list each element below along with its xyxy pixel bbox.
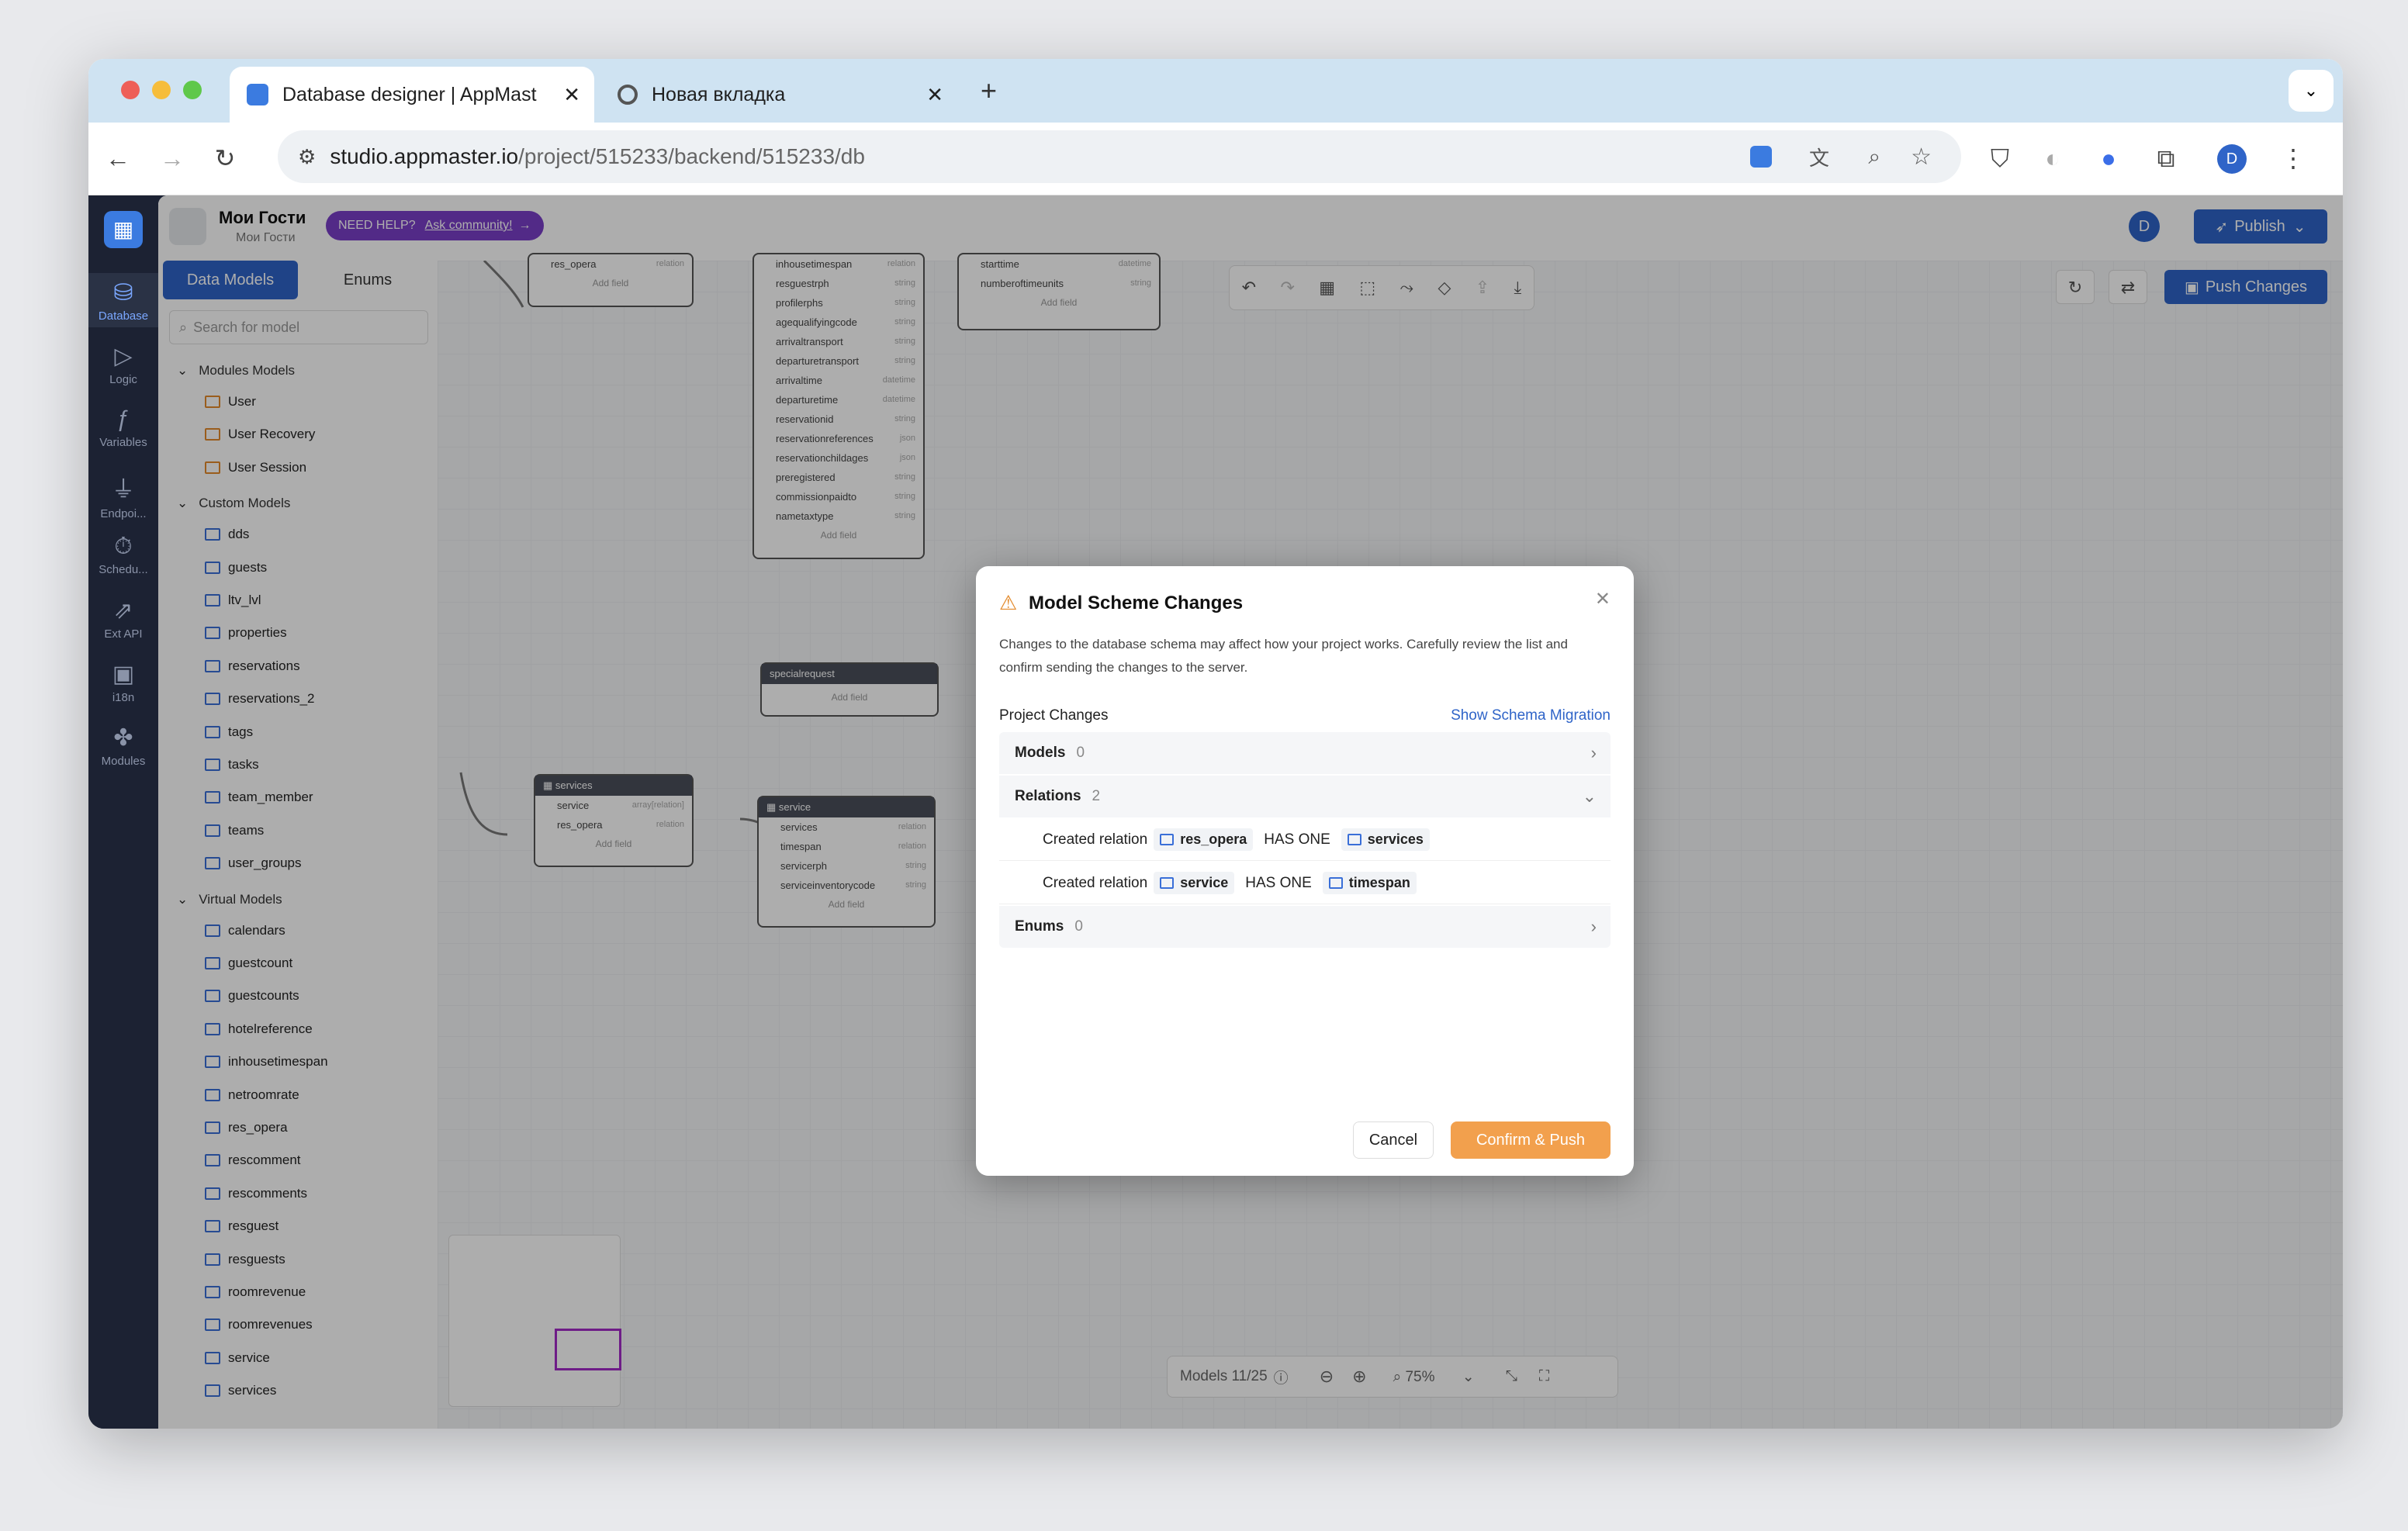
address-bar[interactable]: ⚙ studio.appmaster.io/project/515233/bac… (278, 130, 1961, 183)
rail-i18n[interactable]: ▣ i18n (88, 661, 158, 704)
extension-icon[interactable]: ◐ (2034, 140, 2071, 177)
forward-icon[interactable]: → (154, 140, 191, 177)
new-tab-button[interactable]: + (981, 74, 997, 107)
close-window-button[interactable] (121, 81, 140, 99)
variables-icon: ƒ (116, 406, 130, 432)
tab-title: Новая вкладка (652, 83, 786, 105)
tab-search-button[interactable]: ⌄ (2289, 70, 2334, 112)
site-settings-icon[interactable]: ⚙ (298, 145, 316, 169)
table-icon (1160, 834, 1175, 845)
chevron-down-icon: ⌄ (1582, 786, 1597, 806)
extension-dot-icon[interactable]: ● (2090, 140, 2127, 177)
chevron-right-icon: › (1590, 743, 1597, 762)
extensions-puzzle-icon[interactable]: ⧉ (2147, 140, 2185, 177)
zoom-icon[interactable]: ⌕ (1868, 144, 1880, 170)
bitwarden-extension-icon[interactable]: ⛉ (1981, 140, 2019, 177)
i18n-icon: ▣ (112, 662, 135, 687)
close-tab-icon[interactable]: ✕ (926, 83, 943, 107)
minimize-window-button[interactable] (152, 81, 171, 99)
table-icon (1328, 877, 1343, 889)
left-rail: ▦ ⛁ Database ▷ Logic ƒ Variables ⏚ Endpoi...… (88, 195, 158, 1429)
rail-scheduler[interactable]: ⏱ Schedu... (88, 534, 158, 576)
back-icon[interactable]: ← (99, 140, 137, 177)
table-icon (1160, 877, 1175, 889)
model-chip: services (1341, 828, 1430, 851)
relation-item: Created relation res_opera HAS ONE servi… (999, 819, 1611, 861)
close-tab-icon[interactable]: ✕ (563, 83, 580, 107)
logic-icon: ▷ (114, 344, 133, 369)
tab-new-tab[interactable]: Новая вкладка ✕ (600, 67, 957, 123)
relations-row[interactable]: Relations 2 ⌄ (999, 776, 1611, 817)
external-link-icon: ⇗ (113, 598, 133, 624)
rail-variables[interactable]: ƒ Variables (88, 406, 158, 449)
project-changes-label: Project Changes (999, 707, 1109, 724)
browser-toolbar: ← → ↻ ⚙ studio.appmaster.io/project/5152… (88, 123, 2343, 195)
tab-bar: Database designer | AppMast ✕ Новая вкла… (88, 59, 2343, 123)
url-path: /project/515233/backend/515233/db (518, 144, 865, 168)
appmaster-favicon-icon (247, 84, 268, 105)
chrome-icon (618, 85, 638, 105)
relation-item: Created relation service HAS ONE timespa… (999, 862, 1611, 904)
show-schema-migration-link[interactable]: Show Schema Migration (1451, 707, 1611, 724)
table-icon (1347, 834, 1361, 845)
model-chip: service (1154, 872, 1235, 894)
tab-title: Database designer | AppMast (282, 83, 537, 105)
modal-description: Changes to the database schema may affec… (999, 637, 1568, 675)
close-icon[interactable]: ✕ (1595, 588, 1611, 610)
modal-title: Model Scheme Changes (1029, 593, 1244, 613)
enums-row[interactable]: Enums 0 › (999, 906, 1611, 948)
appmaster-logo-icon[interactable]: ▦ (104, 211, 143, 248)
chevron-right-icon: › (1590, 917, 1597, 936)
appmaster-extension-icon[interactable] (1750, 146, 1772, 168)
zoom-window-button[interactable] (183, 81, 202, 99)
timer-icon: ⏱ (114, 534, 133, 559)
database-icon: ⛁ (113, 280, 133, 306)
rail-ext-api[interactable]: ⇗ Ext API (88, 597, 158, 641)
tab-database-designer[interactable]: Database designer | AppMast ✕ (230, 67, 594, 123)
puzzle-icon: ✤ (113, 725, 133, 751)
cancel-button[interactable]: Cancel (1353, 1121, 1434, 1159)
rail-modules[interactable]: ✤ Modules (88, 724, 158, 768)
models-row[interactable]: Models 0 › (999, 732, 1611, 774)
rail-logic[interactable]: ▷ Logic (88, 343, 158, 386)
model-chip: res_opera (1154, 828, 1254, 851)
url-host: studio.appmaster.io (330, 144, 519, 168)
model-chip: timespan (1322, 872, 1417, 894)
translate-icon[interactable]: 文 (1809, 143, 1829, 171)
browser-window: Database designer | AppMast ✕ Новая вкла… (88, 59, 2343, 1429)
profile-avatar[interactable]: D (2217, 144, 2247, 174)
bookmark-star-icon[interactable]: ☆ (1911, 143, 1932, 171)
schema-changes-modal: ⚠ Model Scheme Changes ✕ Changes to the … (976, 566, 1634, 1176)
endpoints-icon: ⏚ (112, 477, 135, 503)
browser-menu-icon[interactable]: ⋮ (2275, 140, 2312, 177)
rail-endpoints[interactable]: ⏚ Endpoi... (88, 470, 158, 520)
rail-database[interactable]: ⛁ Database (88, 273, 158, 327)
confirm-push-button[interactable]: Confirm & Push (1451, 1121, 1611, 1159)
warning-icon: ⚠ (999, 591, 1018, 614)
reload-icon[interactable]: ↻ (206, 140, 244, 177)
